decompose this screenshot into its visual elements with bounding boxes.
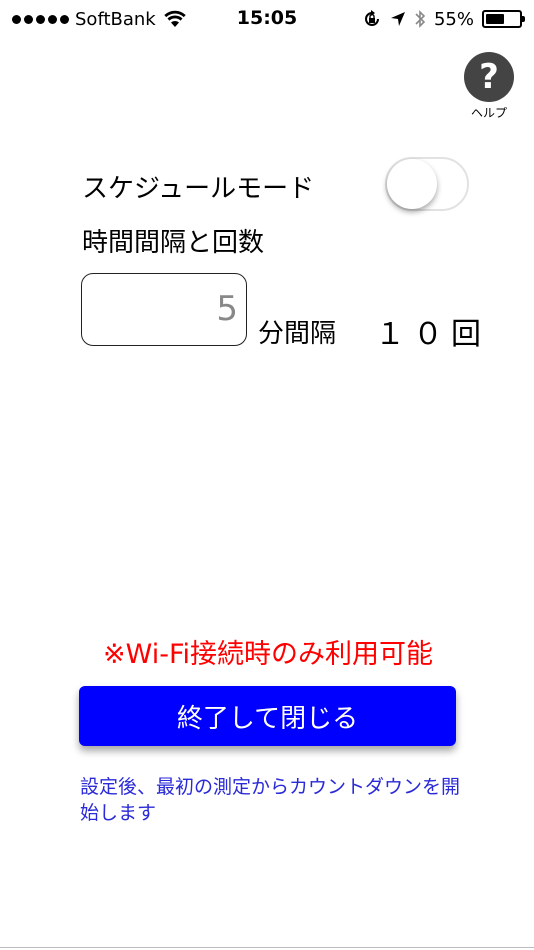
interval-section-label: 時間間隔と回数: [82, 228, 265, 258]
bluetooth-icon: [415, 10, 426, 28]
toggle-knob[interactable]: [387, 159, 437, 209]
wifi-only-notice: ※Wi-Fi接続時のみ利用可能: [102, 639, 434, 670]
battery-icon: [482, 10, 525, 28]
help-button[interactable]: ? ヘルプ: [462, 52, 516, 121]
orientation-lock-icon: [365, 10, 379, 26]
location-icon: [390, 12, 405, 26]
measurement-count-label: １０回: [375, 317, 489, 352]
bottom-divider: [0, 947, 534, 948]
schedule-mode-label: スケジュールモード: [82, 174, 315, 204]
countdown-footnote: 設定後、最初の測定からカウントダウンを開始します: [80, 776, 461, 824]
battery-level-fill: [486, 14, 504, 24]
battery-percent: 55%: [433, 8, 474, 30]
help-question-icon[interactable]: ?: [464, 52, 514, 102]
finish-and-close-button[interactable]: 終了して閉じる: [79, 686, 456, 746]
schedule-mode-toggle[interactable]: [385, 157, 469, 211]
status-bar: SoftBank 15:05 55%: [0, 0, 534, 38]
interval-unit-label: 分間隔: [258, 319, 337, 349]
status-bar-right: 55%: [362, 7, 525, 31]
help-label[interactable]: ヘルプ: [462, 104, 516, 121]
interval-minutes-input[interactable]: 5: [81, 273, 247, 346]
